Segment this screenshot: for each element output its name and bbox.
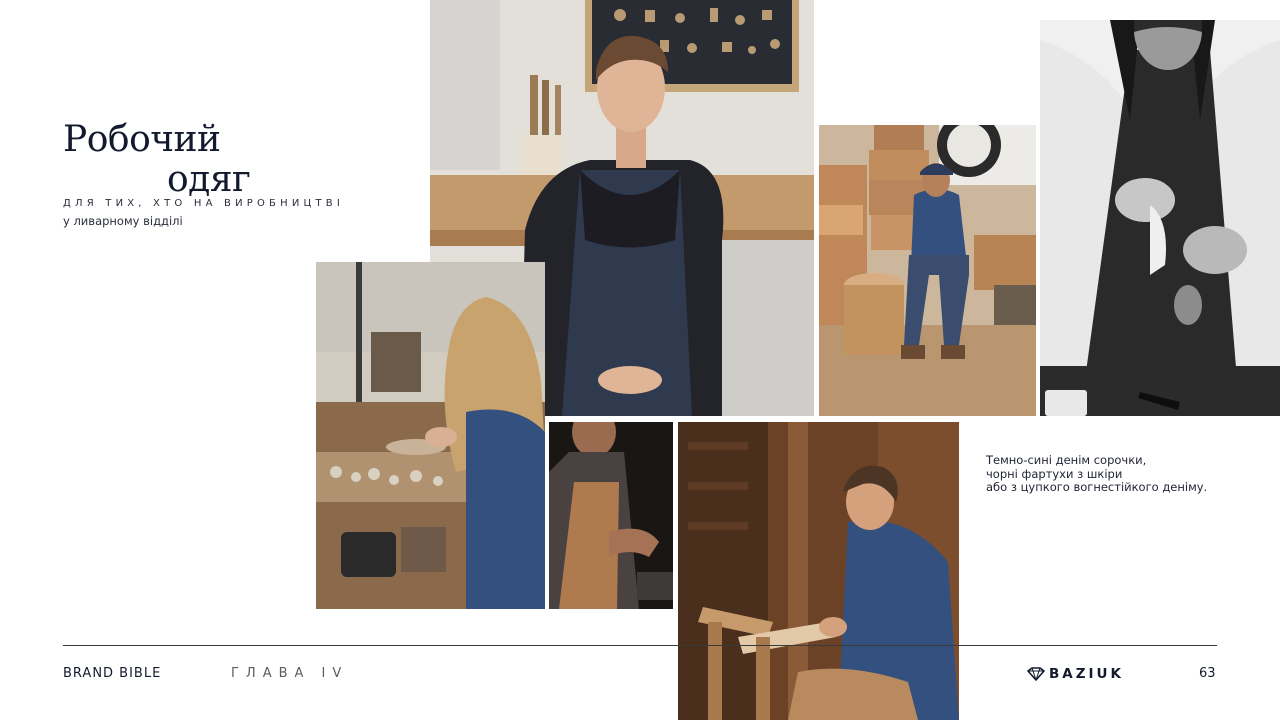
footer-brand-label: BRAND BIBLE — [63, 666, 162, 681]
photo-man-leather-apron — [549, 422, 673, 609]
description-line-3: або з цупкого вогнестійкого деніму. — [986, 480, 1208, 494]
diamond-logo-icon — [1027, 667, 1045, 681]
description-text: Темно-сині денім сорочки, чорні фартухи … — [986, 453, 1208, 495]
photo-woman-bench-work — [316, 262, 545, 609]
photo-man-black-apron-bw — [1040, 20, 1280, 416]
page-title: Робочий одяг — [63, 119, 251, 200]
subtitle-caps: ДЛЯ ТИХ, ХТО НА ВИРОБНИЦТВІ — [63, 198, 344, 209]
title-line-1: Робочий — [63, 119, 221, 160]
photo-man-carving-wood — [678, 422, 959, 720]
photo-man-seated-woodshop — [819, 125, 1036, 416]
footer-chapter-label: ГЛАВА IV — [231, 666, 349, 681]
subtitle-small: у ливарному відділі — [63, 214, 183, 228]
title-line-2: одяг — [167, 159, 251, 200]
brand-logo: BAZIUK — [1027, 664, 1124, 684]
description-line-2: чорні фартухи з шкіри — [986, 466, 1123, 481]
description-line-1: Темно-сині денім сорочки, — [986, 453, 1147, 467]
page-number: 63 — [1199, 666, 1216, 681]
footer-divider — [63, 645, 1217, 646]
brand-logo-text: BAZIUK — [1049, 666, 1124, 682]
